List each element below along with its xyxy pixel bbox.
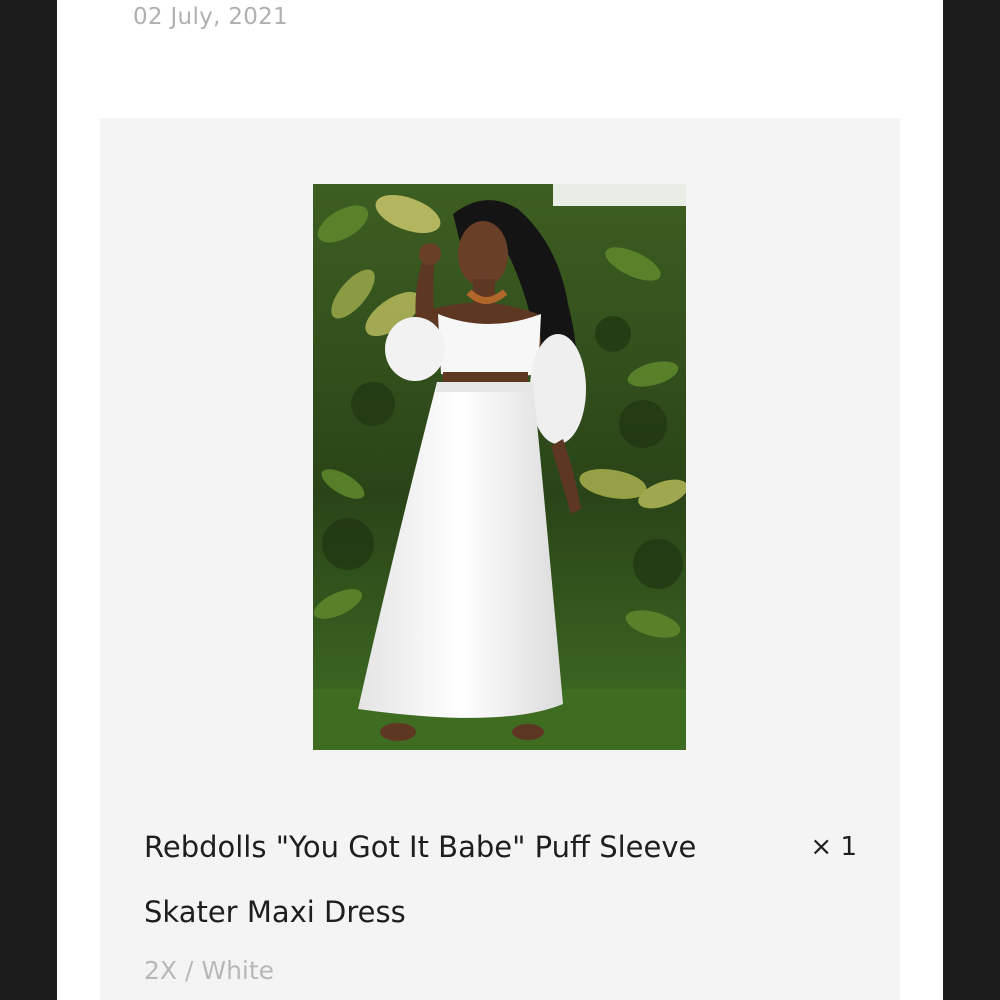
order-line-item[interactable]: Rebdolls "You Got It Babe" Puff Sleeve S… <box>100 118 900 1000</box>
product-title[interactable]: Rebdolls "You Got It Babe" Puff Sleeve S… <box>144 815 744 945</box>
product-image[interactable] <box>313 184 686 750</box>
quantity-label: × 1 <box>810 832 857 862</box>
order-detail-page: 02 July, 2021 Rebdolls "You Got It Babe"… <box>57 0 943 1000</box>
order-date: 02 July, 2021 <box>133 4 288 30</box>
variant-label: 2X / White <box>144 956 275 985</box>
